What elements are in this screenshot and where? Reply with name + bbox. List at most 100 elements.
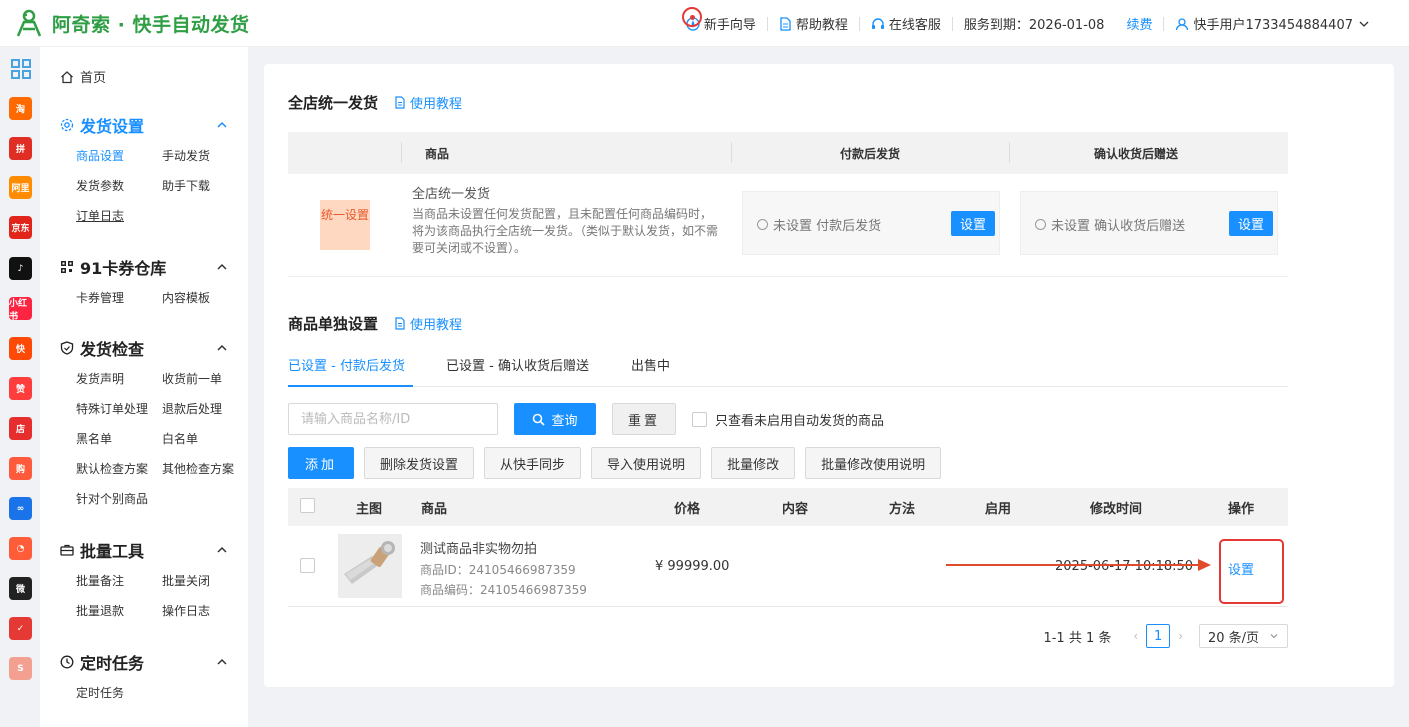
platform-label: 小红书	[9, 298, 28, 322]
pay-ship-set-button[interactable]: 设置	[951, 211, 995, 236]
taobao-icon[interactable]: 淘	[9, 97, 32, 120]
select-all-checkbox[interactable]	[300, 498, 315, 513]
sidebar-item-manual-ship[interactable]: 手动发货	[162, 147, 248, 165]
product-code: 商品编码：24105466987359	[420, 583, 587, 597]
import-guide-button[interactable]: 导入使用说明	[591, 447, 702, 479]
page-size-select[interactable]: 20 条/页	[1199, 624, 1288, 648]
add-button[interactable]: 添加	[288, 447, 355, 479]
gift-status[interactable]: 未设置 确认收货后赠送	[1035, 215, 1185, 234]
prev-page-icon[interactable]: ‹	[1133, 629, 1138, 643]
platform-label: ◔	[16, 543, 25, 554]
column-divider	[401, 142, 402, 163]
action-toolbar: 添加 删除发货设置 从快手同步 导入使用说明 批量修改 批量修改使用说明	[288, 447, 951, 479]
sync-button[interactable]: 从快手同步	[484, 447, 582, 479]
gift-set-button[interactable]: 设置	[1229, 211, 1273, 236]
sidebar-item-content-template[interactable]: 内容模板	[162, 289, 248, 307]
batch-edit-guide-button[interactable]: 批量修改使用说明	[805, 447, 942, 479]
app-grid-icon[interactable]	[9, 57, 32, 80]
sidebar-item-ship-params[interactable]: 发货参数	[76, 177, 162, 195]
sidebar-item-whitelist[interactable]: 白名单	[162, 430, 248, 448]
sidebar-group-header[interactable]: 批量工具	[60, 538, 228, 562]
sidebar-item-batch-refund[interactable]: 批量退款	[76, 602, 162, 620]
bag-icon[interactable]: 购	[9, 457, 32, 480]
sidebar-group-header[interactable]: 91卡券仓库	[60, 255, 228, 279]
sidebar-group-title: 发货检查	[80, 340, 145, 359]
page-number[interactable]: 1	[1146, 624, 1171, 648]
next-page-icon[interactable]: ›	[1178, 629, 1183, 643]
only-disabled-filter[interactable]: 只查看未启用自动发货的商品	[692, 410, 884, 429]
sidebar-item-after-refund[interactable]: 退款后处理	[162, 400, 248, 418]
kuaishou-icon[interactable]: 快	[9, 337, 32, 360]
1688-icon[interactable]: 阿里	[9, 176, 32, 199]
xiaohongshu-icon[interactable]: 小红书	[9, 297, 32, 322]
sidebar-item-scheduled-task[interactable]: 定时任务	[76, 684, 162, 702]
sidebar-item-special-orders[interactable]: 特殊订单处理	[76, 400, 162, 418]
column-header-enabled: 启用	[985, 502, 1012, 517]
sidebar-group-header[interactable]: 定时任务	[60, 650, 228, 674]
jd-icon[interactable]: 京东	[9, 216, 32, 239]
sidebar-item-card-manage[interactable]: 卡券管理	[76, 289, 162, 307]
delete-settings-button[interactable]: 删除发货设置	[364, 447, 475, 479]
unified-desc-text: 当商品未设置任何发货配置，且未配置任何商品编码时，将为该商品执行全店统一发货。（…	[412, 207, 719, 255]
pinduoduo-icon[interactable]: 拼	[9, 137, 32, 160]
sidebar-item-assistant-download[interactable]: 助手下载	[162, 177, 248, 195]
sidebar-item-op-log[interactable]: 操作日志	[162, 602, 248, 620]
sidebar-item-default-check[interactable]: 默认检查方案	[76, 460, 162, 478]
pagination: 1-1 共 1 条 ‹ 1 › 20 条/页	[1043, 624, 1288, 648]
sidebar-item-pre-receipt[interactable]: 收货前一单	[162, 370, 248, 388]
reset-button[interactable]: 重置	[612, 403, 676, 435]
sidebar-group-items: 卡券管理 内容模板	[60, 289, 228, 307]
column-divider	[731, 142, 732, 163]
chevron-down-icon	[1359, 21, 1369, 27]
tab-pay-ship[interactable]: 已设置 - 付款后发货	[288, 355, 405, 374]
sidebar-item-product-settings[interactable]: 商品设置	[76, 147, 162, 165]
sidebar-item-ship-declaration[interactable]: 发货声明	[76, 370, 162, 388]
checkbox[interactable]	[692, 412, 707, 427]
single-tutorial-link[interactable]: 使用教程	[394, 314, 462, 333]
sidebar-item-order-log[interactable]: 订单日志	[76, 207, 162, 225]
batch-edit-button[interactable]: 批量修改	[711, 447, 796, 479]
weidian-icon[interactable]: 微	[9, 577, 32, 600]
sidebar-item-blacklist[interactable]: 黑名单	[76, 430, 162, 448]
sidebar-group-header[interactable]: 发货设置	[60, 113, 228, 137]
unified-tutorial-link[interactable]: 使用教程	[394, 93, 462, 112]
sidebar-item-other-check[interactable]: 其他检查方案	[162, 460, 248, 478]
face-icon[interactable]: ◔	[9, 537, 32, 560]
sidebar-group-header[interactable]: 发货检查	[60, 336, 228, 360]
sidebar-item-batch-note[interactable]: 批量备注	[76, 572, 162, 590]
chevron-up-icon	[217, 658, 227, 665]
renew-link[interactable]: 续费	[1115, 14, 1163, 33]
product-thumbnail[interactable]	[338, 534, 402, 598]
query-button[interactable]: 查询	[514, 403, 596, 435]
shopee-icon[interactable]: S	[9, 657, 32, 680]
product-name[interactable]: 测试商品非实物勿拍	[420, 538, 537, 557]
sidebar-group-title: 91卡券仓库	[80, 259, 167, 278]
guide-link[interactable]: 新手向导	[675, 7, 767, 33]
page-size-label: 20 条/页	[1208, 630, 1260, 646]
renew-label: 续费	[1126, 18, 1153, 33]
row-checkbox[interactable]	[300, 558, 315, 573]
user-label: 快手用户1733454884407	[1193, 18, 1353, 33]
checkmark-app-icon[interactable]: ✓	[9, 617, 32, 640]
service-link[interactable]: 在线客服	[860, 14, 952, 33]
sidebar-item-specific-products[interactable]: 针对个别商品	[76, 490, 248, 508]
platform-label: 购	[15, 465, 25, 475]
pay-ship-status[interactable]: 未设置 付款后发货	[757, 215, 881, 234]
sidebar-item-batch-close[interactable]: 批量关闭	[162, 572, 248, 590]
help-link[interactable]: 帮助教程	[768, 14, 859, 33]
active-tab-indicator	[288, 385, 413, 387]
section-title: 全店统一发货	[288, 94, 379, 112]
user-menu[interactable]: 快手用户1733454884407	[1164, 14, 1381, 33]
thumb-icon[interactable]: 赞	[9, 377, 32, 400]
shield-icon	[60, 341, 74, 355]
douyin-icon[interactable]: ♪	[9, 257, 32, 280]
link-icon[interactable]: ∞	[9, 497, 32, 520]
product-search-input[interactable]	[288, 403, 498, 435]
row-set-link[interactable]: 设置	[1228, 559, 1254, 578]
tab-on-sale[interactable]: 出售中	[631, 355, 670, 374]
logo[interactable]: 阿奇索 · 快手自动发货	[14, 8, 249, 38]
tutorial-label: 使用教程	[410, 97, 463, 112]
shop-icon[interactable]: 店	[9, 417, 32, 440]
tab-gift[interactable]: 已设置 - 确认收货后赠送	[446, 355, 589, 374]
sidebar-item-home[interactable]: 首页	[60, 67, 106, 86]
